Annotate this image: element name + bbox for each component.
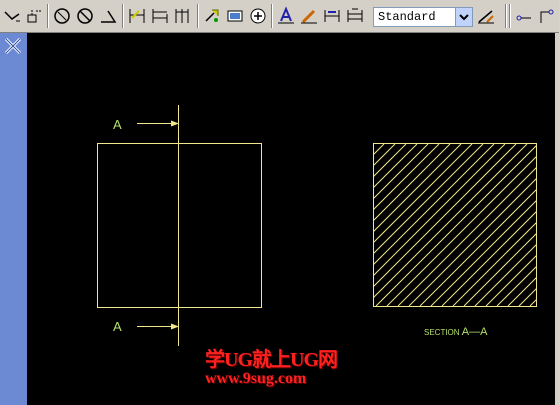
cut-label-top: A <box>113 117 122 132</box>
watermark-text-cn: 学UG就上UG网 <box>205 349 338 371</box>
hatch-line <box>552 144 555 306</box>
hatch-line <box>373 144 484 255</box>
plus-center-icon[interactable] <box>248 6 268 26</box>
hatch-line <box>373 144 528 299</box>
link-icon[interactable] <box>514 6 534 26</box>
hatch-line <box>408 178 536 306</box>
dim-style-dropdown[interactable]: Standard <box>373 7 473 27</box>
ordinate-dim-icon[interactable] <box>173 6 193 26</box>
toolbar-separator <box>47 4 49 28</box>
toolbar-separator <box>509 4 511 28</box>
toolbar-separator <box>505 4 507 28</box>
baseline-dim-icon[interactable] <box>127 6 147 26</box>
style-tool-icon[interactable] <box>476 6 496 26</box>
watermark-url: www.9sug.com <box>205 370 307 387</box>
toolbar-separator <box>271 4 273 28</box>
cut-label-bottom: A <box>113 319 122 334</box>
leader-end-icon[interactable] <box>537 6 557 26</box>
hatch-line <box>373 144 506 277</box>
section-caption-letters: A—A <box>461 326 488 338</box>
edit-dim-icon[interactable] <box>299 6 319 26</box>
hatch-line <box>373 144 374 145</box>
close-icon[interactable] <box>2 35 24 57</box>
chevron-down-icon[interactable] <box>455 8 472 26</box>
hatch-line <box>373 144 429 200</box>
hatch-line <box>541 144 555 306</box>
side-panel <box>0 33 27 405</box>
hatch-line <box>373 144 418 189</box>
dimension-leader-icon[interactable] <box>2 6 22 26</box>
hatch-line <box>419 189 536 306</box>
hatch-line <box>373 144 462 233</box>
hatch-line <box>373 144 495 266</box>
section-hatch <box>373 144 555 306</box>
dim-style-value: Standard <box>378 10 436 24</box>
continue-dim-icon[interactable] <box>150 6 170 26</box>
section-caption-small: SECTION <box>424 328 460 337</box>
dimension-toolbar: Standard <box>0 0 559 33</box>
window-edge <box>555 33 559 405</box>
hatch-line <box>386 156 536 306</box>
hatch-line <box>474 244 536 306</box>
text-style-icon[interactable] <box>276 6 296 26</box>
part-view-outline <box>97 143 262 308</box>
angle-dim-icon[interactable] <box>75 6 95 26</box>
hatch-line <box>485 255 536 306</box>
hatch-line <box>507 277 536 306</box>
circle-dim-icon[interactable] <box>52 6 72 26</box>
hatch-line <box>373 144 440 211</box>
center-mark-icon[interactable] <box>225 6 245 26</box>
hatch-line <box>496 266 536 306</box>
hatch-line <box>373 144 407 178</box>
toolbar-separator <box>122 4 124 28</box>
arrowhead-top <box>171 120 179 127</box>
dim-update-icon[interactable] <box>322 6 342 26</box>
hatch-line <box>373 144 396 167</box>
hatch-line <box>373 144 451 222</box>
arrowhead-bottom <box>171 323 179 330</box>
datum-icon[interactable] <box>24 6 44 26</box>
hatch-line <box>373 144 473 244</box>
hatch-line <box>397 167 536 306</box>
hatch-line <box>375 145 536 306</box>
tolerance-icon[interactable] <box>202 6 222 26</box>
hatch-line <box>373 144 385 156</box>
toolbar-separator <box>197 4 199 28</box>
dim-override-icon[interactable] <box>345 6 365 26</box>
section-caption: SECTION A—A <box>424 327 487 338</box>
triangle-dim-icon[interactable] <box>98 6 118 26</box>
hatch-line <box>373 144 517 288</box>
